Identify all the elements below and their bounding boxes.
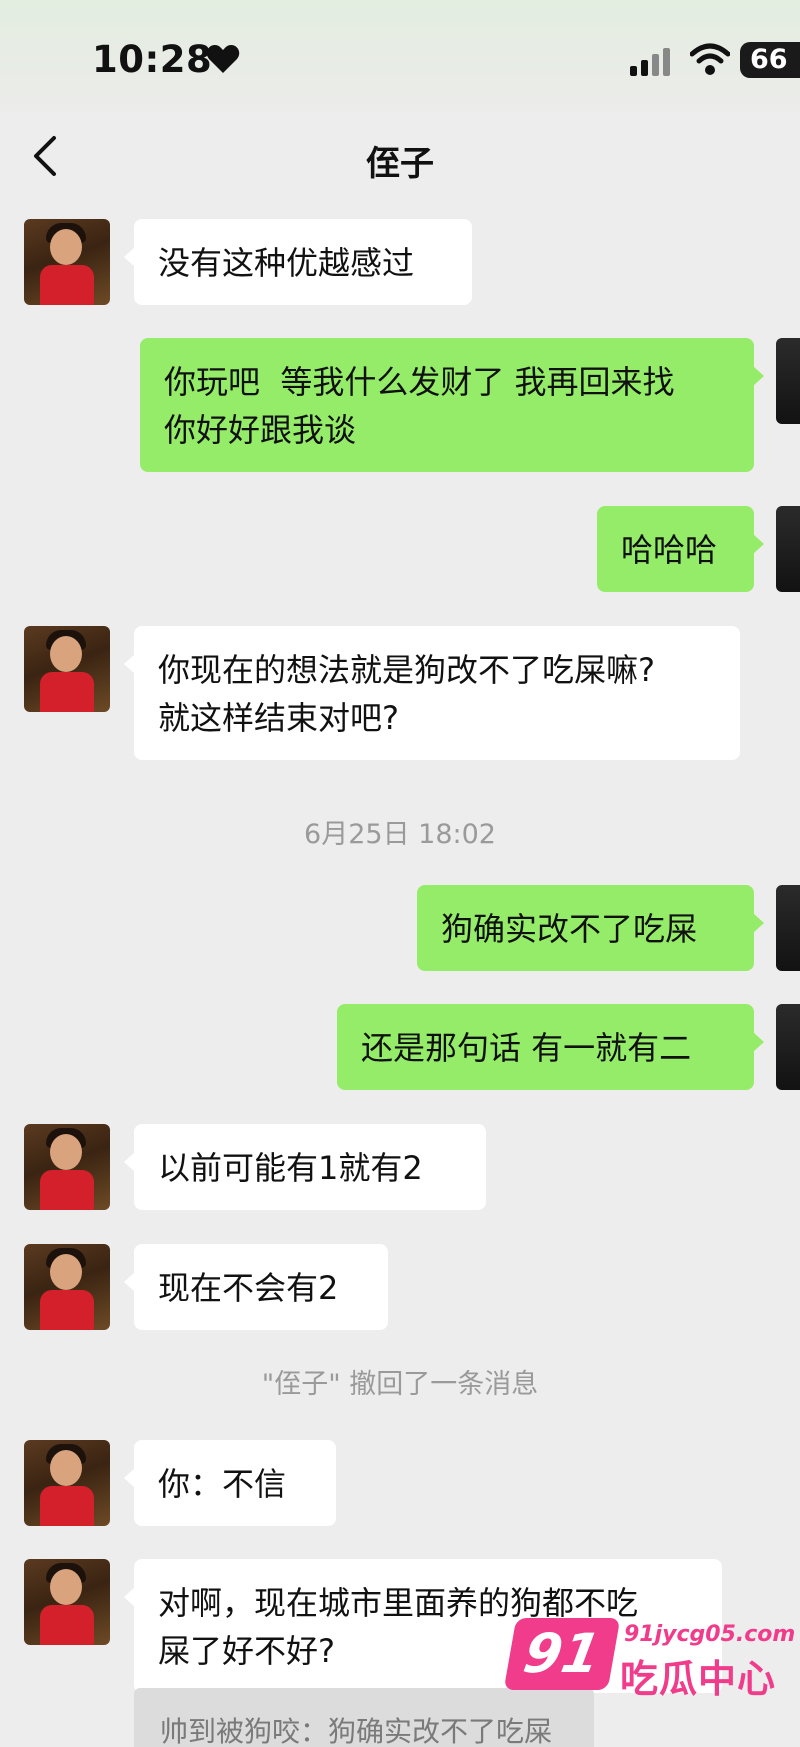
timestamp-divider: 6月25日 18:02 [304,819,496,850]
message-bubble-outgoing[interactable]: 哈哈哈 [597,506,764,592]
self-avatar[interactable] [776,506,800,592]
contact-avatar[interactable] [24,1124,110,1210]
contact-avatar[interactable] [24,219,110,305]
status-time: 10:28 [92,38,213,81]
self-avatar[interactable] [776,1004,800,1090]
wifi-icon [690,43,730,75]
heart-icon [206,45,240,73]
self-avatar[interactable] [776,338,800,424]
signal-icon [630,48,670,76]
chat-title: 侄子 [366,144,434,184]
watermark-name: 吃瓜中心 [620,1657,777,1701]
chat-header: 侄子 [0,112,800,204]
message-bubble-incoming[interactable]: 现在不会有2 [124,1244,388,1330]
contact-avatar[interactable] [24,1244,110,1330]
quoted-message[interactable]: 帅到被狗咬：狗确实改不了吃屎 [134,1688,594,1747]
watermark-url: 91jycg05.com [624,1622,796,1647]
message-bubble-outgoing[interactable]: 你玩吧 等我什么发财了 我再回来找 你好好跟我谈 [140,338,764,472]
message-bubble-outgoing[interactable]: 还是那句话 有一就有二 [337,1004,764,1090]
message-bubble-incoming[interactable]: 你现在的想法就是狗改不了吃屎嘛? 就这样结束对吧? [124,626,740,760]
watermark-logo: 91 [503,1618,621,1690]
recall-notice: "侄子" 撤回了一条消息 [261,1369,539,1400]
contact-avatar[interactable] [24,626,110,712]
contact-avatar[interactable] [24,1440,110,1526]
battery-indicator: 66 [740,42,800,78]
message-bubble-incoming[interactable]: 没有这种优越感过 [124,219,472,305]
message-bubble-incoming[interactable]: 你：不信 [124,1440,336,1526]
self-avatar[interactable] [776,885,800,971]
status-bar: 10:28 66 [0,0,800,112]
contact-avatar[interactable] [24,1559,110,1645]
message-bubble-outgoing[interactable]: 狗确实改不了吃屎 [417,885,764,971]
message-bubble-incoming[interactable]: 以前可能有1就有2 [124,1124,486,1210]
